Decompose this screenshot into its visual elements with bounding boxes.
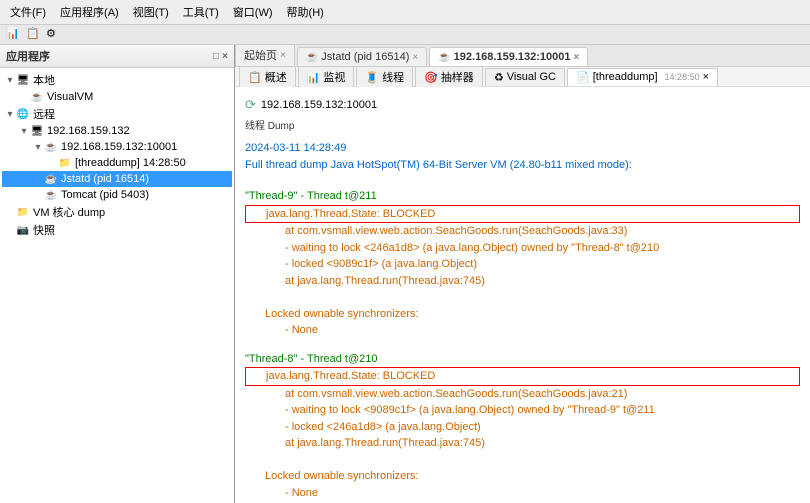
menu-bar: 文件(F) 应用程序(A) 视图(T) 工具(T) 窗口(W) 帮助(H) bbox=[0, 0, 810, 25]
subtab-visualgc[interactable]: ♻Visual GC bbox=[485, 68, 565, 86]
menu-apps[interactable]: 应用程序(A) bbox=[54, 2, 125, 22]
subtab-sampler[interactable]: 🎯抽样器 bbox=[415, 66, 483, 87]
left-panel-header: 应用程序 □ × bbox=[0, 45, 234, 68]
left-panel-title: 应用程序 bbox=[6, 48, 50, 64]
panel-min-icon[interactable]: □ bbox=[213, 51, 219, 62]
app-tree: ▾本地 VisualVM ▾远程 ▾192.168.159.132 ▾192.1… bbox=[0, 68, 234, 503]
tree-remote[interactable]: ▾远程 bbox=[2, 105, 232, 123]
menu-tools[interactable]: 工具(T) bbox=[177, 2, 225, 22]
menu-help[interactable]: 帮助(H) bbox=[281, 2, 330, 22]
dump-header: Full thread dump Java HotSpot(TM) 64-Bit… bbox=[245, 157, 800, 174]
close-icon[interactable]: × bbox=[412, 52, 418, 63]
subtab-overview[interactable]: 📋概述 bbox=[239, 66, 296, 87]
toolbar: 📊 📋 ⚙ bbox=[0, 25, 810, 45]
tree-threaddump[interactable]: [threaddump] 14:28:50 bbox=[2, 155, 232, 171]
thread-dump-body: 2024-03-11 14:28:49 Full thread dump Jav… bbox=[245, 140, 800, 503]
subtab-threads[interactable]: 🧵线程 bbox=[356, 66, 413, 87]
subtab-threaddump[interactable]: 📄[threaddump]14:28:50× bbox=[567, 68, 718, 86]
menu-window[interactable]: 窗口(W) bbox=[227, 2, 279, 22]
content-area: ⟳192.168.159.132:10001 线程 Dump 2024-03-1… bbox=[235, 87, 810, 503]
tree-snapshot[interactable]: 快照 bbox=[2, 221, 232, 239]
sub-tabs: 📋概述 📊监视 🧵线程 🎯抽样器 ♻Visual GC 📄[threaddump… bbox=[235, 67, 810, 87]
tree-tomcat[interactable]: Tomcat (pid 5403) bbox=[2, 187, 232, 203]
close-icon[interactable]: × bbox=[703, 71, 709, 83]
tree-port[interactable]: ▾192.168.159.132:10001 bbox=[2, 139, 232, 155]
tree-jstatd[interactable]: Jstatd (pid 16514) bbox=[2, 171, 232, 187]
tab-jstatd[interactable]: Jstatd (pid 16514)× bbox=[297, 47, 427, 66]
toolbar-icon-1[interactable]: 📊 bbox=[6, 27, 22, 43]
tree-local[interactable]: ▾本地 bbox=[2, 71, 232, 89]
toolbar-icon-2[interactable]: 📋 bbox=[26, 27, 42, 43]
close-icon[interactable]: × bbox=[574, 52, 580, 63]
refresh-icon[interactable]: ⟳ bbox=[245, 97, 256, 113]
thread-8-block: "Thread-8" - Thread t@210 java.lang.Thre… bbox=[245, 351, 800, 502]
left-panel: 应用程序 □ × ▾本地 VisualVM ▾远程 ▾192.168.159.1… bbox=[0, 45, 235, 503]
toolbar-icon-3[interactable]: ⚙ bbox=[46, 27, 62, 43]
menu-file[interactable]: 文件(F) bbox=[4, 2, 52, 22]
content-title: ⟳192.168.159.132:10001 bbox=[245, 97, 800, 113]
subtab-monitor[interactable]: 📊监视 bbox=[298, 66, 355, 87]
top-tabs: 起始页× Jstatd (pid 16514)× 192.168.159.132… bbox=[235, 45, 810, 67]
tree-host[interactable]: ▾192.168.159.132 bbox=[2, 123, 232, 139]
tab-start[interactable]: 起始页× bbox=[235, 45, 295, 66]
right-panel: 起始页× Jstatd (pid 16514)× 192.168.159.132… bbox=[235, 45, 810, 503]
section-title: 线程 Dump bbox=[245, 117, 800, 132]
panel-close-icon[interactable]: × bbox=[222, 51, 228, 62]
close-icon[interactable]: × bbox=[280, 50, 286, 61]
tree-vmcore[interactable]: VM 核心 dump bbox=[2, 203, 232, 221]
menu-view[interactable]: 视图(T) bbox=[127, 2, 175, 22]
tree-visualvm[interactable]: VisualVM bbox=[2, 89, 232, 105]
dump-timestamp: 2024-03-11 14:28:49 bbox=[245, 140, 800, 157]
thread-9-block: "Thread-9" - Thread t@211 java.lang.Thre… bbox=[245, 188, 800, 339]
tab-host[interactable]: 192.168.159.132:10001× bbox=[429, 47, 588, 66]
